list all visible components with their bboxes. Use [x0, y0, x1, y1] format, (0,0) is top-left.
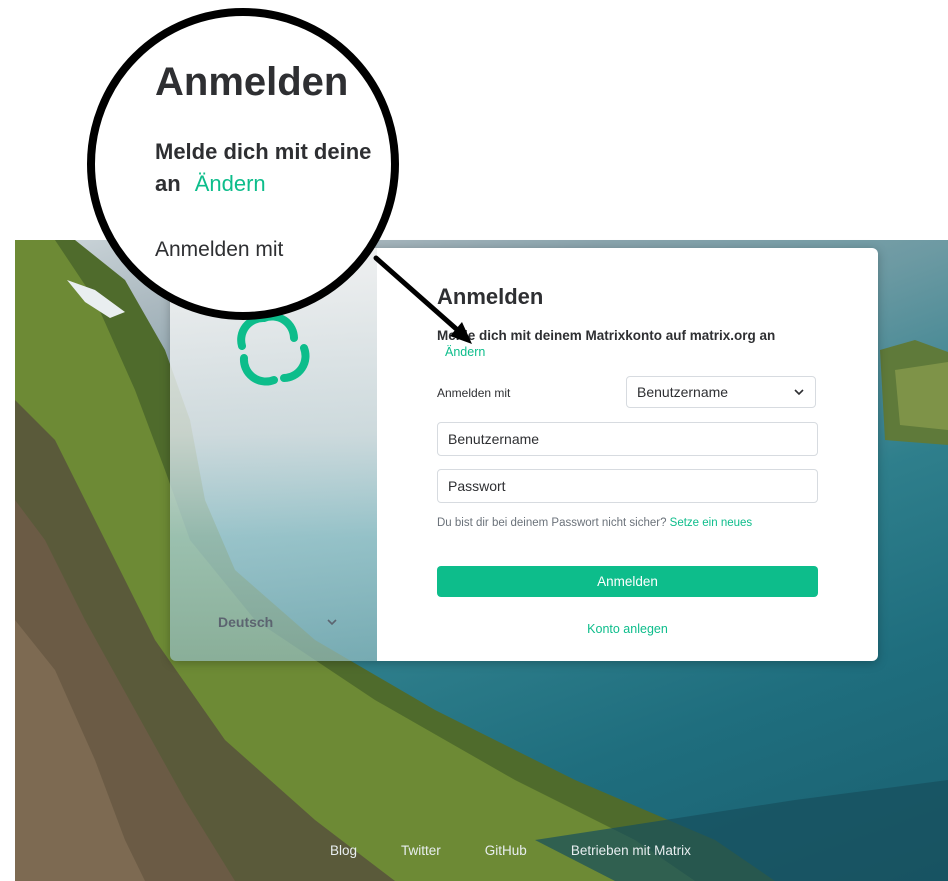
footer-link-blog[interactable]: Blog [330, 843, 357, 858]
lens-change-link: Ändern [194, 171, 266, 196]
server-info: Melde dich mit deinem Matrixkonto auf ma… [437, 328, 797, 360]
reset-password-link[interactable]: Setze ein neues [670, 517, 752, 529]
forgot-password: Du bist dir bei deinem Passwort nicht si… [437, 517, 752, 529]
lens-subtitle-an: an [155, 171, 181, 196]
lens-title: Anmelden [155, 60, 349, 104]
forgot-password-text: Du bist dir bei deinem Passwort nicht si… [437, 517, 667, 529]
language-label: Deutsch [218, 614, 274, 630]
footer-link-matrix[interactable]: Betrieben mit Matrix [571, 843, 691, 858]
password-placeholder: Passwort [448, 478, 506, 494]
lens-login-with-label: Anmelden mit [155, 238, 284, 261]
login-type-value: Benutzername [637, 384, 729, 400]
chevron-down-icon [327, 619, 337, 626]
element-logo-icon [237, 312, 310, 386]
create-account-link[interactable]: Konto anlegen [437, 622, 818, 636]
footer-link-github[interactable]: GitHub [485, 843, 527, 858]
lens-subtitle-line1: Melde dich mit deine [155, 139, 372, 164]
footer-link-twitter[interactable]: Twitter [401, 843, 441, 858]
page-title: Anmelden [437, 284, 544, 309]
change-server-link[interactable]: Ändern [445, 345, 485, 359]
password-field[interactable]: Passwort [437, 469, 818, 503]
login-type-select[interactable]: Benutzername [626, 376, 816, 408]
language-selector[interactable]: Deutsch [218, 612, 338, 632]
username-placeholder: Benutzername [448, 431, 540, 447]
username-field[interactable]: Benutzername [437, 422, 818, 456]
lens-subtitle-line2: an Ändern [155, 168, 371, 200]
login-form-panel: Anmelden Melde dich mit deinem Matrixkon… [377, 248, 878, 661]
zoom-lens: Anmelden Melde dich mit deine an Ändern A… [87, 8, 399, 320]
login-with-label: Anmelden mit [437, 386, 511, 400]
server-info-text: Melde dich mit deinem Matrixkonto auf ma… [437, 328, 776, 343]
footer-links: Blog Twitter GitHub Betrieben mit Matrix [330, 843, 735, 858]
login-type-row: Anmelden mit Benutzername [437, 376, 818, 410]
lens-subtitle: Melde dich mit deine an Ändern [155, 136, 371, 200]
sign-in-button[interactable]: Anmelden [437, 566, 818, 597]
chevron-down-icon [794, 389, 804, 396]
